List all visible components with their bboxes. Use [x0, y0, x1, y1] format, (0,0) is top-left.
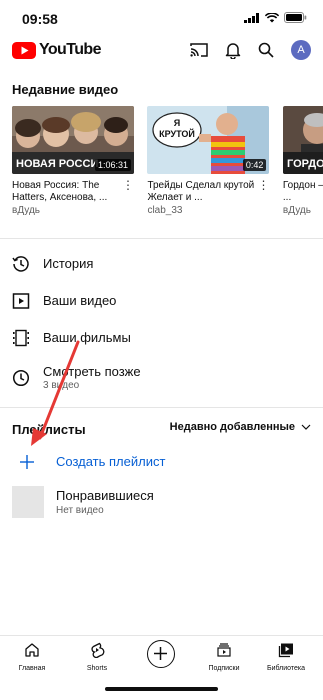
nav-subscriptions[interactable]: Подписки	[196, 642, 252, 672]
cast-icon[interactable]	[190, 42, 208, 58]
avatar-letter: A	[297, 44, 305, 56]
shorts-icon	[91, 642, 105, 659]
nav-home[interactable]: Главная	[4, 642, 60, 672]
clock-icon	[12, 369, 30, 387]
library-item-your-videos[interactable]: Ваши видео	[0, 283, 323, 319]
library-item-watch-later[interactable]: Смотреть позже 3 видео	[0, 356, 323, 398]
video-thumbnail[interactable]: Я КРУТОЙ 0:42	[147, 106, 270, 174]
video-card[interactable]: Я КРУТОЙ 0:42 Трейды Сделал крутой Желае…	[147, 106, 270, 216]
divider	[0, 407, 323, 408]
film-strip-icon	[13, 329, 29, 347]
thumbnail-overlay-text: ГОРДОН	[287, 158, 323, 170]
svg-text:Я: Я	[174, 118, 180, 128]
sort-label: Недавно добавленные	[169, 421, 295, 433]
status-icons	[244, 12, 307, 23]
recent-videos-title: Недавние видео	[12, 82, 119, 97]
subscriptions-icon	[217, 643, 231, 657]
nav-subscriptions-label: Подписки	[208, 665, 240, 672]
history-icon	[12, 256, 29, 272]
video-duration: 1:06:31	[94, 159, 131, 171]
recent-videos-carousel[interactable]: НОВАЯ РОССИ 1:06:31 Новая Россия: The Ha…	[12, 106, 323, 226]
plus-icon	[20, 455, 34, 469]
video-channel: вДудь	[12, 205, 41, 216]
thumbnail-image: ГОРДОН	[282, 106, 323, 174]
library-item-label: Ваши видео	[43, 293, 117, 308]
playlists-title: Плейлисты	[12, 422, 86, 437]
library-item-label: Ваши фильмы	[43, 330, 131, 345]
chevron-down-icon	[301, 424, 311, 430]
library-item-your-movies[interactable]: Ваши фильмы	[0, 320, 323, 356]
playlist-count: Нет видео	[56, 505, 104, 516]
account-avatar[interactable]: A	[291, 40, 311, 60]
youtube-play-icon	[12, 41, 36, 59]
nav-library-label: Библиотека	[266, 665, 306, 672]
playlist-thumbnail	[12, 486, 44, 518]
video-duration: 0:42	[242, 159, 267, 171]
video-thumbnail[interactable]: ГОРДОН	[282, 106, 323, 174]
logo-text: YouTube	[39, 41, 101, 58]
plus-icon	[154, 647, 167, 660]
library-item-label: История	[43, 256, 94, 271]
thumbnail-overlay-text: НОВАЯ РОССИ	[16, 158, 98, 170]
video-card[interactable]: НОВАЯ РОССИ 1:06:31 Новая Россия: The Ha…	[12, 106, 134, 216]
video-title[interactable]: Новая Россия: The Hatters, Аксенова, ...	[12, 180, 134, 204]
svg-text:КРУТОЙ: КРУТОЙ	[160, 128, 196, 139]
search-icon[interactable]	[258, 42, 274, 58]
create-playlist-button[interactable]: Создать плейлист	[0, 450, 323, 474]
signal-icon	[244, 12, 259, 23]
library-icon	[278, 643, 293, 658]
status-bar: 09:58	[0, 0, 323, 36]
create-button[interactable]	[147, 640, 175, 668]
home-icon	[25, 643, 39, 657]
home-indicator	[105, 687, 218, 691]
more-options-icon[interactable]: ⋮	[122, 179, 134, 191]
header-actions: A	[190, 40, 311, 60]
nav-home-label: Главная	[18, 665, 46, 672]
bottom-navigation: Главная Shorts Подписки Библиотека	[0, 635, 323, 679]
playlist-title: Понравившиеся	[56, 488, 154, 503]
video-channel: clab_33	[147, 205, 183, 216]
playlists-sort-select[interactable]: Недавно добавленные	[170, 421, 311, 433]
video-thumbnail[interactable]: НОВАЯ РОССИ 1:06:31	[12, 106, 134, 174]
nav-shorts[interactable]: Shorts	[69, 642, 125, 672]
playlists-header: Плейлисты Недавно добавленные	[12, 420, 311, 440]
youtube-logo[interactable]: YouTube	[12, 41, 101, 59]
library-item-history[interactable]: История	[0, 246, 323, 282]
play-square-icon	[12, 293, 30, 309]
status-time: 09:58	[22, 11, 58, 27]
wifi-icon	[265, 12, 279, 22]
video-channel: вДудь	[282, 205, 311, 216]
more-options-icon[interactable]: ⋮	[257, 179, 269, 191]
app-header: YouTube A	[0, 36, 323, 68]
bell-icon[interactable]	[225, 41, 241, 59]
video-title[interactable]: Гордон – с ... Захаров ...	[283, 180, 323, 204]
playlist-liked[interactable]: Понравившиеся Нет видео	[0, 486, 323, 518]
library-item-label: Смотреть позже	[43, 364, 141, 379]
nav-library[interactable]: Библиотека	[258, 642, 314, 672]
battery-icon	[284, 12, 307, 23]
nav-shorts-label: Shorts	[86, 665, 108, 672]
library-item-count: 3 видео	[43, 380, 80, 391]
create-playlist-label: Создать плейлист	[56, 454, 166, 469]
divider	[0, 238, 323, 239]
video-card[interactable]: ГОРДОН Гордон – с ... Захаров ... вДудь	[282, 106, 323, 216]
video-title[interactable]: Трейды Сделал крутой Желает и ...	[147, 180, 269, 204]
